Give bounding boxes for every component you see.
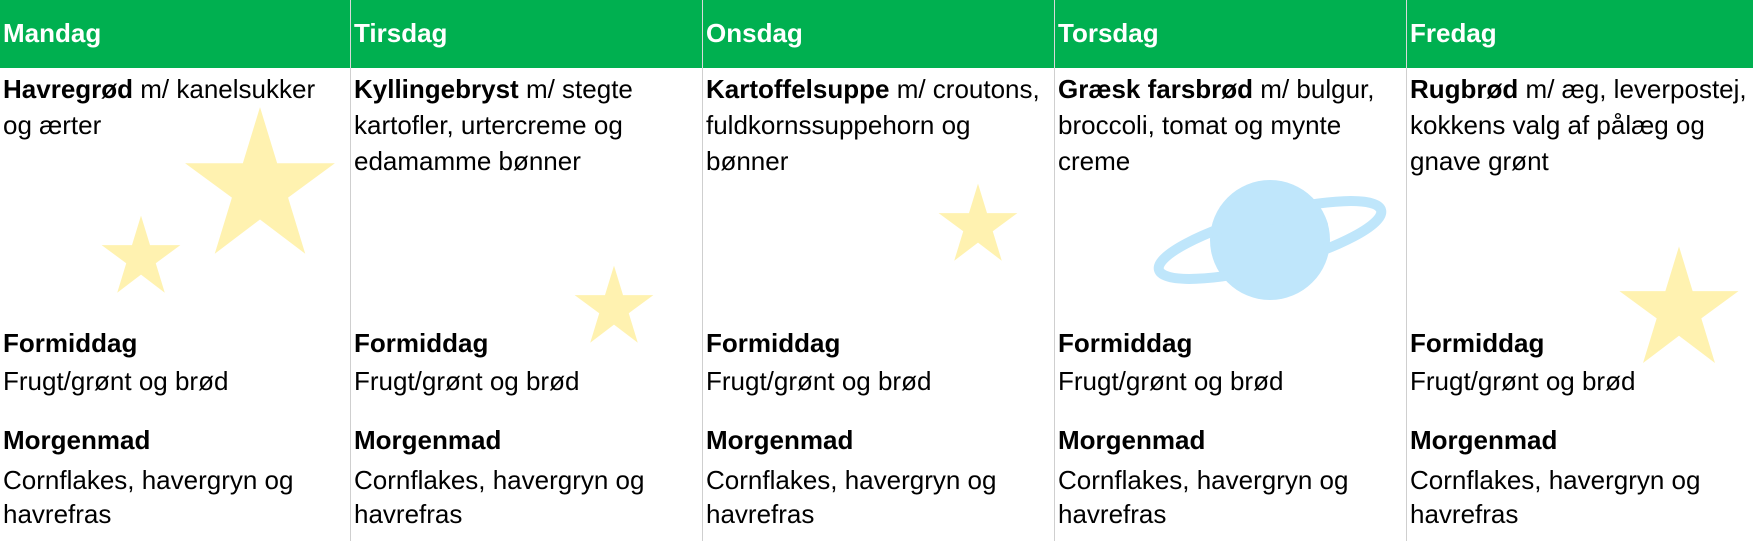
star-icon [1619, 246, 1739, 364]
snack-label: Formiddag [3, 328, 138, 358]
snack-label: Formiddag [1410, 328, 1545, 358]
snack-text: Frugt/grønt og brød [354, 366, 580, 396]
snack-text: Frugt/grønt og brød [1058, 366, 1284, 396]
lunch-item: Græsk farsbrød m/ bulgur, broccoli, toma… [1058, 71, 1400, 179]
breakfast-text: Cornflakes, havergryn og havrefras [1410, 465, 1701, 529]
lunch-item: Kyllingebryst m/ stegte kartofler, urter… [354, 71, 696, 179]
breakfast-label: Morgenmad [354, 425, 502, 455]
snack-text: Frugt/grønt og brød [3, 366, 229, 396]
snack-label: Formiddag [354, 328, 489, 358]
day-header-wednesday: Onsdag [703, 0, 1055, 68]
day-header-friday: Fredag [1410, 18, 1497, 48]
snack-label: Formiddag [1058, 328, 1193, 358]
snack-text: Frugt/grønt og brød [1410, 366, 1636, 396]
lunch-dish: Kartoffelsuppe [706, 74, 890, 104]
snack-label: Formiddag [706, 328, 841, 358]
breakfast-label: Morgenmad [1410, 425, 1558, 455]
lunch-item: Kartoffelsuppe m/ croutons, fuldkornssup… [706, 71, 1048, 179]
star-icon [938, 183, 1018, 261]
snack-text: Frugt/grønt og brød [706, 366, 932, 396]
breakfast-label: Morgenmad [706, 425, 854, 455]
lunch-dish: Rugbrød [1410, 74, 1519, 104]
lunch-dish: Kyllingebryst [354, 74, 519, 104]
breakfast-text: Cornflakes, havergryn og havrefras [3, 465, 294, 529]
star-icon [574, 265, 654, 343]
lunch-dish: Græsk farsbrød [1058, 74, 1254, 104]
day-header-tuesday: Tirsdag [351, 0, 703, 68]
breakfast-text: Cornflakes, havergryn og havrefras [1058, 465, 1349, 529]
day-header-thursday: Torsdag [1055, 0, 1407, 68]
breakfast-text: Cornflakes, havergryn og havrefras [354, 465, 645, 529]
star-icon [101, 215, 181, 293]
breakfast-text: Cornflakes, havergryn og havrefras [706, 465, 997, 529]
breakfast-label: Morgenmad [3, 425, 151, 455]
lunch-dish: Havregrød [3, 74, 134, 104]
day-column-thursday: Græsk farsbrød m/ bulgur, broccoli, toma… [1055, 68, 1407, 541]
day-column-wednesday: Kartoffelsuppe m/ croutons, fuldkornssup… [703, 68, 1055, 541]
breakfast-label: Morgenmad [1058, 425, 1206, 455]
planet-icon [1153, 180, 1387, 300]
lunch-item: Havregrød m/ kanelsukker og ærter [3, 71, 345, 143]
lunch-item: Rugbrød m/ æg, leverpostej, kokkens valg… [1410, 71, 1752, 179]
day-header-monday: Mandag [0, 0, 351, 68]
weekday-header: Mandag Tirsdag Onsdag Torsdag Fredag [0, 0, 1753, 68]
day-column-monday: Havregrød m/ kanelsukker og ærter Formid… [0, 68, 351, 541]
